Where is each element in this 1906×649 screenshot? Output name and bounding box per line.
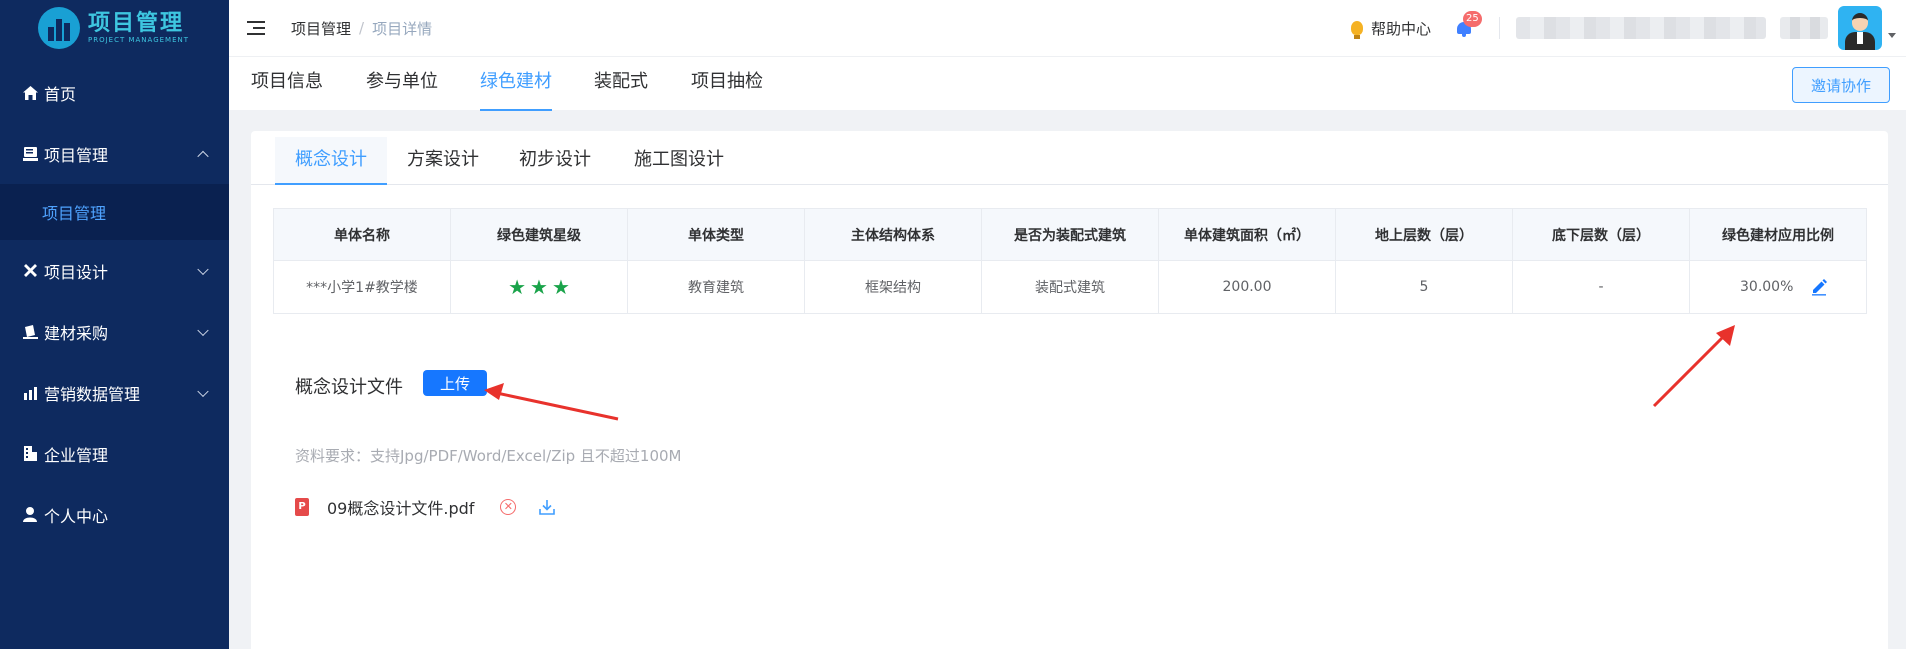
building-type-cell: 教育建筑 [627, 260, 805, 314]
delete-circle-icon[interactable]: ✕ [500, 499, 517, 515]
avatar[interactable] [1838, 6, 1882, 50]
green-material-ratio-cell: 30.00% [1689, 260, 1867, 314]
concept-design-file-label: 概念设计文件 [295, 377, 403, 398]
tab-prefabricated[interactable]: 装配式 [594, 57, 648, 111]
breadcrumb-item[interactable]: 项目管理 [291, 18, 351, 39]
pdf-file-icon: P [295, 498, 309, 516]
help-center-label: 帮助中心 [1370, 19, 1431, 38]
star-icon: ★ [530, 275, 548, 299]
chevron-up-icon [197, 150, 209, 162]
star-icon: ★ [508, 275, 527, 299]
green-star-rating-cell: ★ ★ ★ [450, 260, 628, 314]
sidebar-item-marketing-data[interactable]: 营销数据管理 [0, 362, 229, 423]
book-icon [22, 146, 38, 162]
user-icon [22, 507, 38, 523]
sidebar-item-personal-center[interactable]: 个人中心 [0, 484, 229, 545]
sidebar-item-enterprise[interactable]: 企业管理 [0, 423, 229, 484]
blurred-user-info [1516, 17, 1766, 39]
chevron-down-icon [197, 263, 209, 275]
column-header: 绿色建筑星级 [450, 208, 628, 261]
breadcrumb: 项目管理 / 项目详情 [291, 18, 432, 39]
chart-icon [22, 385, 38, 401]
project-tabs: 项目信息 参与单位 绿色建材 装配式 项目抽检 邀请协作 [229, 56, 1906, 111]
invite-collaboration-button[interactable]: 邀请协作 [1792, 67, 1890, 103]
column-header: 是否为装配式建筑 [981, 208, 1159, 261]
blurred-user-name [1780, 17, 1828, 39]
tab-project-info[interactable]: 项目信息 [251, 57, 323, 111]
logo-icon [38, 7, 80, 49]
notification-bell-icon[interactable]: 25 [1455, 11, 1482, 37]
file-name[interactable]: 09概念设计文件.pdf [327, 495, 474, 519]
sidebar-item-label: 个人中心 [44, 506, 109, 526]
tab-scheme-design[interactable]: 方案设计 [387, 137, 499, 185]
notification-badge: 25 [1463, 11, 1482, 27]
breadcrumb-separator: / [359, 19, 365, 37]
caret-down-icon[interactable] [1888, 32, 1896, 38]
sidebar-item-label: 建材采购 [44, 323, 109, 343]
column-header: 单体类型 [627, 208, 805, 261]
sidebar-item-project-management[interactable]: 项目管理 [0, 123, 229, 184]
sidebar-item-project-design[interactable]: 项目设计 [0, 240, 229, 301]
header-actions: 帮助中心 25 [1350, 0, 1906, 56]
sidebar-item-material-purchase[interactable]: 建材采购 [0, 301, 229, 362]
structure-system-cell: 框架结构 [804, 260, 982, 314]
breadcrumb-current: 项目详情 [372, 19, 433, 38]
chevron-down-icon [197, 385, 209, 397]
file-requirement-text: 资料要求：支持Jpg/PDF/Word/Excel/Zip 且不超过100M [295, 447, 682, 465]
floors-above-cell: 5 [1335, 260, 1513, 314]
sidebar-item-label: 首页 [44, 84, 77, 104]
prefab-cell: 装配式建筑 [981, 260, 1159, 314]
top-header: 项目管理 / 项目详情 帮助中心 25 [229, 0, 1906, 56]
tab-sampling-inspection[interactable]: 项目抽检 [691, 57, 763, 111]
sidebar-item-home[interactable]: 首页 [0, 62, 229, 123]
home-icon [22, 85, 38, 101]
tab-preliminary-design[interactable]: 初步设计 [499, 137, 611, 185]
app-subtitle: PROJECT MANAGEMENT [88, 36, 190, 44]
column-header: 单体名称 [273, 208, 451, 261]
content-panel: 概念设计 方案设计 初步设计 施工图设计 单体名称 绿色建筑星级 单体类型 主体… [251, 131, 1888, 649]
column-header: 单体建筑面积（㎡） [1158, 208, 1336, 261]
column-header: 绿色建材应用比例 [1689, 208, 1867, 261]
tab-construction-drawing-design[interactable]: 施工图设计 [611, 137, 747, 185]
sidebar: 项目管理 PROJECT MANAGEMENT 首页 项目管理 项目管理 项目设… [0, 0, 229, 649]
sidebar-item-label: 营销数据管理 [44, 384, 141, 404]
tab-concept-design[interactable]: 概念设计 [275, 137, 387, 185]
tab-participants[interactable]: 参与单位 [366, 57, 438, 111]
building-table: 单体名称 绿色建筑星级 单体类型 主体结构体系 是否为装配式建筑 单体建筑面积（… [273, 208, 1867, 314]
floors-below-cell: - [1512, 260, 1690, 314]
table-row: ***小学1#教学楼 ★ ★ ★ 教育建筑 框架结构 装配式建筑 200.00 5 … [273, 260, 1867, 314]
column-header: 主体结构体系 [804, 208, 982, 261]
building-icon [22, 446, 38, 462]
building-name-cell: ***小学1#教学楼 [273, 260, 451, 314]
area-cell: 200.00 [1158, 260, 1336, 314]
help-center-link[interactable]: 帮助中心 [1350, 18, 1431, 39]
design-stage-tabs: 概念设计 方案设计 初步设计 施工图设计 [251, 131, 1888, 185]
sidebar-subitem-project-management[interactable]: 项目管理 [0, 184, 229, 240]
app-logo[interactable]: 项目管理 PROJECT MANAGEMENT [0, 0, 229, 56]
sidebar-menu: 首页 项目管理 项目管理 项目设计 建材采购 营销数据管理 企业管理 个人中心 [0, 62, 229, 545]
menu-toggle-icon[interactable] [247, 20, 265, 36]
upload-button[interactable]: 上传 [423, 370, 487, 396]
app-title: 项目管理 [88, 11, 185, 36]
tools-icon [22, 263, 38, 279]
tab-green-materials[interactable]: 绿色建材 [480, 57, 552, 111]
column-header: 底下层数（层） [1512, 208, 1690, 261]
file-list-item: P 09概念设计文件.pdf ✕ [295, 496, 556, 518]
sidebar-item-label: 企业管理 [44, 445, 109, 465]
lightbulb-icon [1350, 21, 1363, 39]
download-icon[interactable] [538, 498, 556, 516]
star-icon: ★ [551, 275, 570, 299]
sidebar-item-label: 项目设计 [44, 262, 109, 282]
column-header: 地上层数（层） [1335, 208, 1513, 261]
table-header-row: 单体名称 绿色建筑星级 单体类型 主体结构体系 是否为装配式建筑 单体建筑面积（… [273, 208, 1867, 261]
purchase-icon [22, 324, 38, 340]
chevron-down-icon [197, 324, 209, 336]
star-rating: ★ ★ ★ [508, 275, 570, 299]
divider [1499, 17, 1500, 39]
ratio-value: 30.00% [1740, 279, 1794, 295]
sidebar-item-label: 项目管理 [44, 145, 109, 165]
edit-icon[interactable] [1810, 278, 1828, 296]
